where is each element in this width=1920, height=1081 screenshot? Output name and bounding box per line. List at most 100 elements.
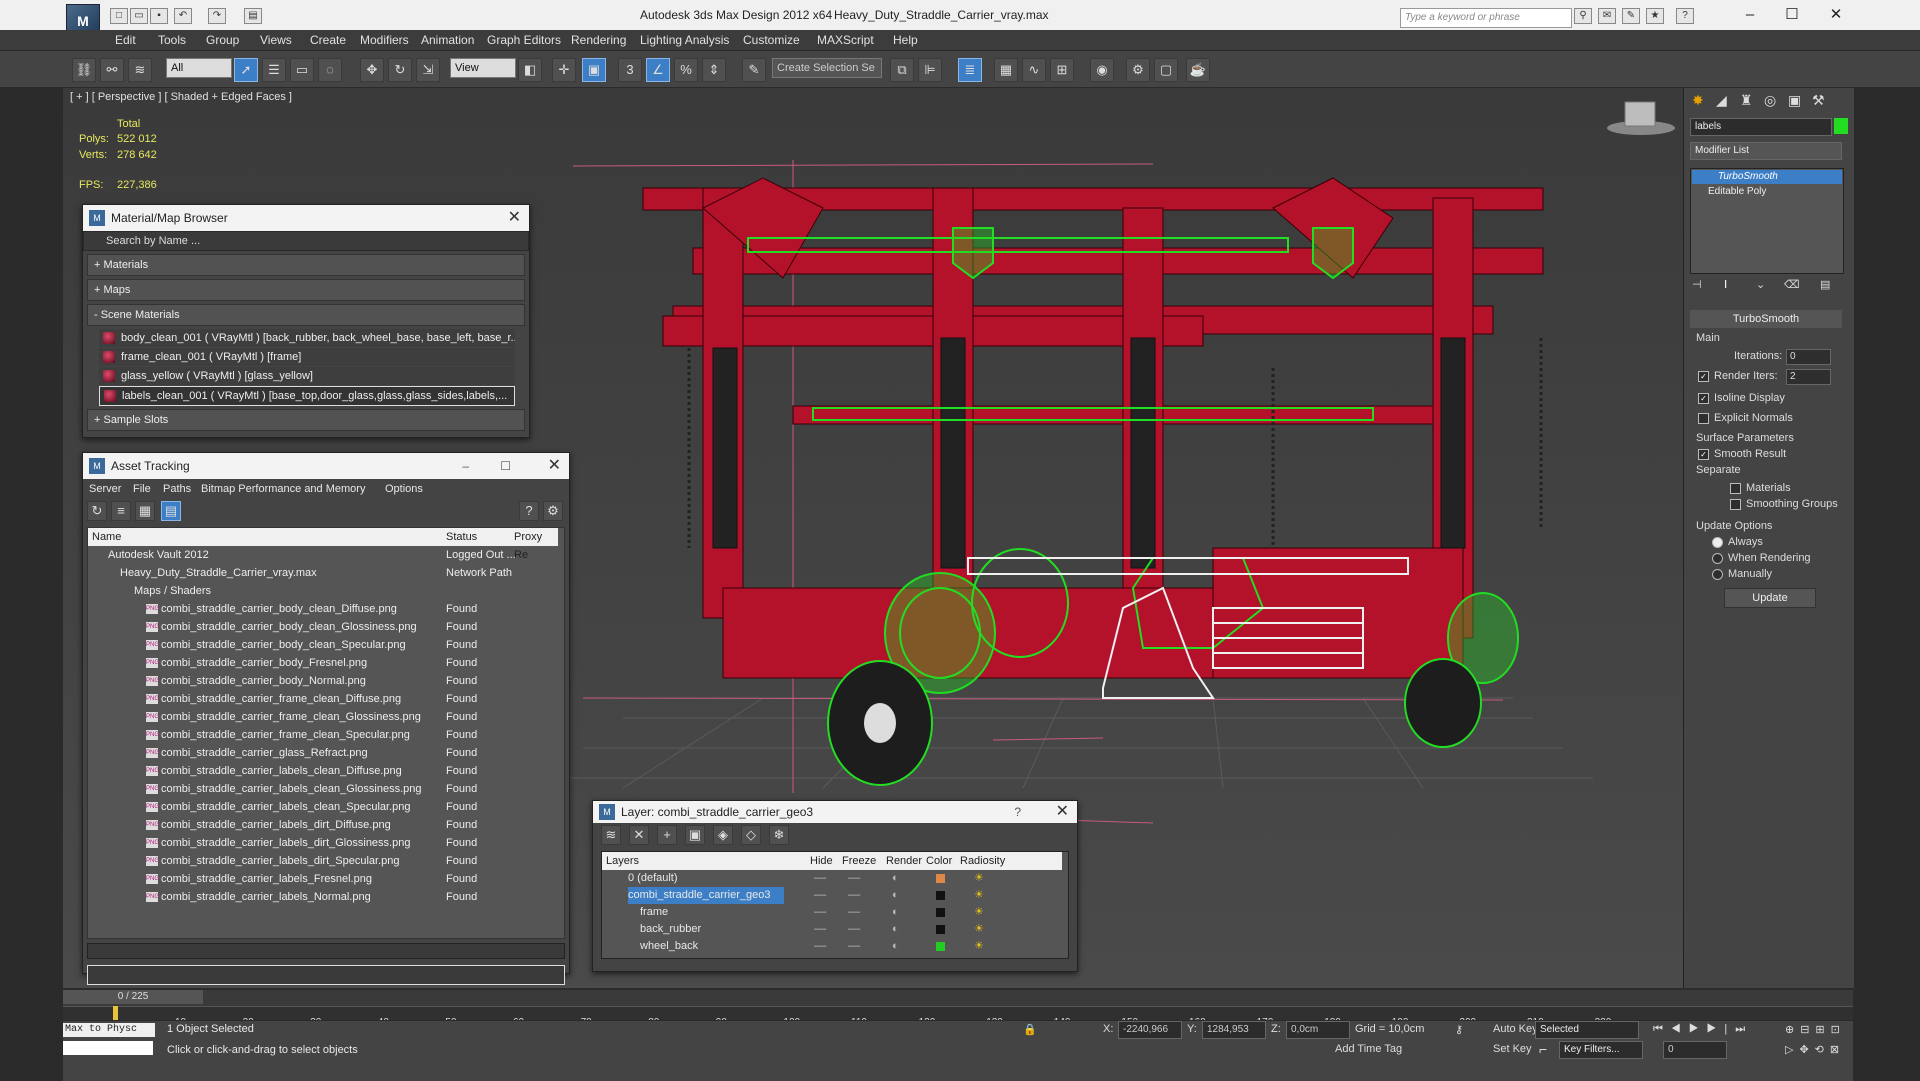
- table-row[interactable]: PNG combi_straddle_carrier_frame_clean_Gl…: [88, 708, 558, 726]
- display-tab-icon[interactable]: ▣: [1788, 92, 1801, 109]
- material-item[interactable]: frame_clean_001 ( VRayMtl ) [frame]: [99, 348, 515, 366]
- always-radio[interactable]: [1712, 536, 1723, 548]
- set-key-button[interactable]: Set Key: [1493, 1043, 1532, 1055]
- menu-help[interactable]: Help: [893, 33, 918, 47]
- render-toggle-icon[interactable]: ◐: [892, 887, 899, 904]
- reference-coordinate-dropdown[interactable]: View: [450, 58, 516, 78]
- undo-icon[interactable]: ↶: [174, 8, 192, 24]
- snaps-toggle-icon[interactable]: 3: [618, 58, 642, 82]
- close-icon[interactable]: ✕: [508, 205, 521, 231]
- link-icon[interactable]: ⛓: [72, 58, 96, 82]
- graphite-modeling-icon[interactable]: ▦: [994, 58, 1018, 82]
- layer-row[interactable]: 0 (default) –– –– ◐ ☀: [602, 870, 1047, 887]
- layer-manager-icon[interactable]: ≣: [958, 58, 982, 82]
- explicit-normals-row[interactable]: Explicit Normals: [1698, 412, 1793, 424]
- render-production-icon[interactable]: ☕: [1186, 58, 1210, 82]
- maxscript-mini-listener[interactable]: [63, 1041, 153, 1055]
- hide-toggle[interactable]: ––: [814, 904, 826, 921]
- x-coordinate-field[interactable]: -2240,966: [1118, 1021, 1182, 1039]
- menu-modifiers[interactable]: Modifiers: [360, 33, 409, 47]
- table-row[interactable]: PNG combi_straddle_carrier_body_clean_Spe…: [88, 636, 558, 654]
- percent-snap-icon[interactable]: %: [674, 58, 698, 82]
- menu-lighting-analysis[interactable]: Lighting Analysis: [640, 33, 729, 47]
- rotate-icon[interactable]: ↻: [388, 58, 412, 82]
- menu-views[interactable]: Views: [260, 33, 292, 47]
- smooth-result-row[interactable]: ✓ Smooth Result: [1698, 448, 1786, 460]
- menu-maxscript[interactable]: MAXScript: [817, 33, 874, 47]
- favorites-star-icon[interactable]: ★: [1646, 8, 1664, 24]
- table-row[interactable]: PNG combi_straddle_carrier_frame_clean_Di…: [88, 690, 558, 708]
- stack-item-turbosmooth[interactable]: TurboSmooth: [1692, 170, 1842, 184]
- rendered-frame-window-icon[interactable]: ▢: [1154, 58, 1178, 82]
- explicit-normals-checkbox[interactable]: [1698, 412, 1709, 424]
- layer-color-swatch[interactable]: [936, 874, 945, 883]
- col-hide[interactable]: Hide: [810, 852, 833, 870]
- angle-snap-icon[interactable]: ∠: [646, 58, 670, 82]
- unlink-icon[interactable]: ⚯: [100, 58, 124, 82]
- table-row[interactable]: PNG combi_straddle_carrier_labels_dirt_Sp…: [88, 852, 558, 870]
- mirror-icon[interactable]: ⧉: [890, 58, 914, 82]
- materials-row[interactable]: Materials: [1730, 482, 1791, 494]
- delete-layer-icon[interactable]: ✕: [629, 825, 649, 845]
- layer-color-swatch[interactable]: [936, 908, 945, 917]
- table-row[interactable]: PNG combi_straddle_carrier_labels_Fresnel…: [88, 870, 558, 888]
- table-row[interactable]: PNG combi_straddle_carrier_labels_clean_D…: [88, 762, 558, 780]
- make-unique-icon[interactable]: ⌄: [1756, 278, 1765, 291]
- material-item[interactable]: body_clean_001 ( VRayMtl ) [back_rubber,…: [99, 329, 515, 347]
- curve-editor-icon[interactable]: ∿: [1022, 58, 1046, 82]
- hide-toggle[interactable]: ––: [814, 921, 826, 938]
- playback-controls[interactable]: ⏮◀▶▶|⏭: [1653, 1023, 1753, 1036]
- key-filters-button[interactable]: Key Filters...: [1559, 1041, 1643, 1059]
- col-color[interactable]: Color: [926, 852, 952, 870]
- hide-all-layers-icon[interactable]: ◇: [741, 825, 761, 845]
- time-slider[interactable]: 0 / 225: [63, 990, 1853, 1021]
- rectangular-selection-icon[interactable]: ▭: [290, 58, 314, 82]
- minimize-icon[interactable]: –: [462, 453, 469, 479]
- menu-animation[interactable]: Animation: [421, 33, 474, 47]
- table-row[interactable]: PNG combi_straddle_carrier_body_clean_Glo…: [88, 618, 558, 636]
- help-icon[interactable]: ?: [519, 501, 539, 521]
- viewport-nav-controls[interactable]: ⊕⊟⊞⊡: [1785, 1023, 1846, 1036]
- render-toggle-icon[interactable]: ◐: [892, 904, 899, 921]
- window-crossing-icon[interactable]: ◌: [318, 58, 342, 82]
- communication-icon[interactable]: ✎: [1622, 8, 1640, 24]
- maximize-button[interactable]: ☐: [1772, 4, 1812, 26]
- viewport-label[interactable]: [ + ] [ Perspective ] [ Shaded + Edged F…: [70, 91, 292, 103]
- separate-smoothing-checkbox[interactable]: [1730, 498, 1741, 510]
- layer-row[interactable]: wheel_back –– –– ◐ ☀: [602, 938, 1047, 955]
- subscription-icon[interactable]: ✉: [1598, 8, 1616, 24]
- object-color-swatch[interactable]: [1834, 118, 1848, 134]
- hide-toggle[interactable]: ––: [814, 887, 826, 904]
- project-folder-icon[interactable]: ▤: [244, 8, 262, 24]
- menu-create[interactable]: Create: [310, 33, 346, 47]
- add-to-layer-icon[interactable]: +: [657, 825, 677, 845]
- col-render[interactable]: Render: [886, 852, 922, 870]
- show-end-result-icon[interactable]: Ⅰ: [1724, 278, 1727, 291]
- menu-customize[interactable]: Customize: [743, 33, 800, 47]
- freeze-all-layers-icon[interactable]: ❄: [769, 825, 789, 845]
- remove-modifier-icon[interactable]: ⌫: [1784, 278, 1800, 291]
- pin-stack-icon[interactable]: ⊣: [1692, 278, 1702, 291]
- layer-color-swatch[interactable]: [936, 925, 945, 934]
- y-coordinate-field[interactable]: 1284,953: [1202, 1021, 1266, 1039]
- selection-filter-dropdown[interactable]: All: [166, 58, 232, 78]
- freeze-toggle[interactable]: ––: [848, 904, 860, 921]
- when-rendering-row[interactable]: When Rendering: [1712, 552, 1811, 564]
- keyboard-shortcut-override-icon[interactable]: ▣: [582, 58, 606, 82]
- hierarchy-tab-icon[interactable]: ♜: [1740, 92, 1753, 109]
- table-row[interactable]: PNG combi_straddle_carrier_body_clean_Dif…: [88, 600, 558, 618]
- thumbnail-view-icon[interactable]: ▦: [135, 501, 155, 521]
- asset-menu-file[interactable]: File: [133, 483, 151, 495]
- open-file-icon[interactable]: ▭: [130, 8, 148, 24]
- configure-modifier-sets-icon[interactable]: ▤: [1820, 278, 1830, 291]
- when-rendering-radio[interactable]: [1712, 552, 1723, 564]
- turbosmooth-rollout-title[interactable]: TurboSmooth: [1690, 310, 1842, 328]
- layer-row[interactable]: combi_straddle_carrier_geo3 –– –– ◐ ☀: [602, 887, 1047, 904]
- horizontal-scrollbar[interactable]: [87, 943, 565, 959]
- asset-menu-server[interactable]: Server: [89, 483, 121, 495]
- render-setup-icon[interactable]: ⚙: [1126, 58, 1150, 82]
- key-mode-dropdown[interactable]: Selected: [1535, 1021, 1639, 1039]
- freeze-toggle[interactable]: ––: [848, 921, 860, 938]
- radiosity-icon[interactable]: ☀: [974, 887, 984, 904]
- render-toggle-icon[interactable]: ◐: [892, 870, 899, 887]
